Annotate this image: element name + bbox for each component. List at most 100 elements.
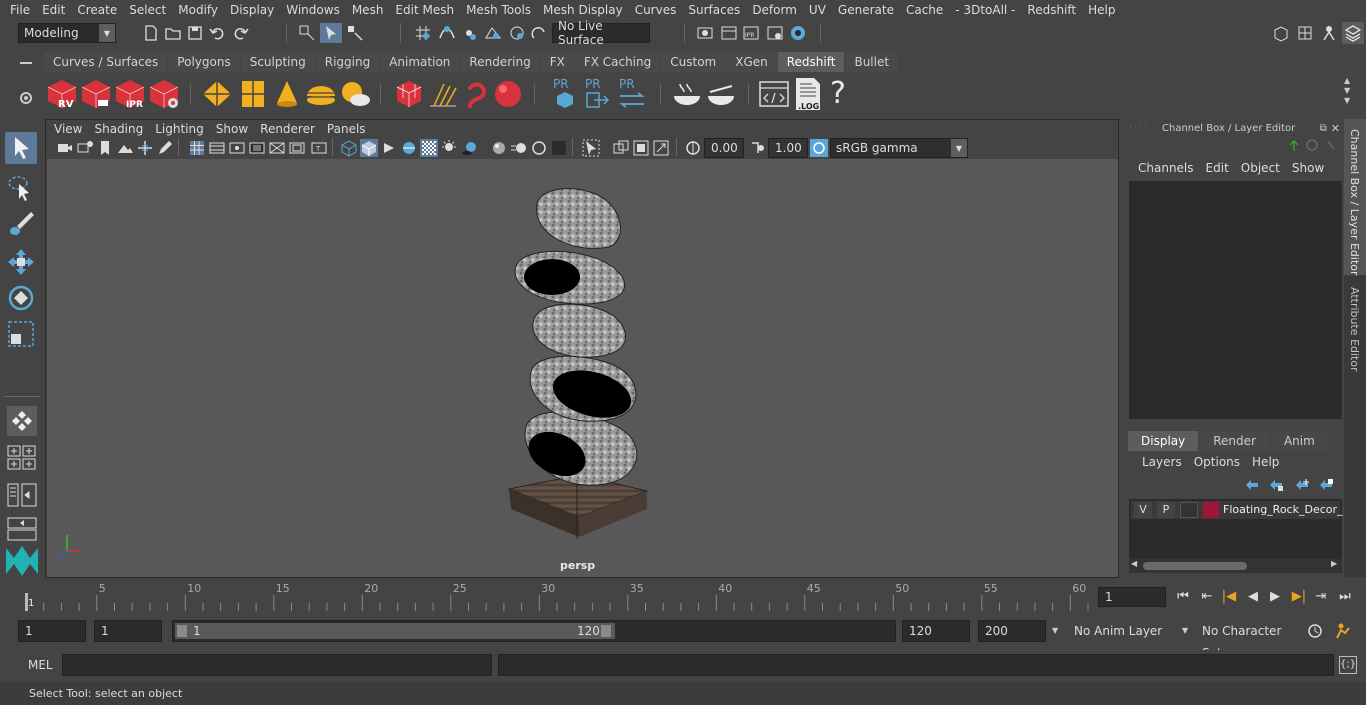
motion-blur-icon[interactable] <box>510 139 528 157</box>
default-material-icon[interactable] <box>380 139 398 157</box>
axis-icons[interactable] <box>1284 137 1338 153</box>
animation-end-field[interactable]: 200 <box>978 620 1046 642</box>
live-surface-field[interactable]: No Live Surface <box>552 19 650 47</box>
menu-modify[interactable]: Modify <box>172 0 224 20</box>
menu-mesh-tools[interactable]: Mesh Tools <box>460 0 537 20</box>
redshift-pr-object-icon[interactable]: PR <box>550 76 580 112</box>
step-back-key-icon[interactable]: |◀ <box>1220 589 1238 605</box>
animation-start-field[interactable]: 1 <box>18 620 86 642</box>
redo-icon[interactable] <box>232 24 250 42</box>
new-layer-selected-icon[interactable] <box>1318 477 1334 493</box>
character-set-select[interactable]: No Character Set <box>1196 620 1296 660</box>
redshift-pr-export-icon[interactable]: PR <box>582 76 612 112</box>
multisample-aa-icon[interactable] <box>530 139 548 157</box>
gamma-field[interactable]: 1.00 <box>768 138 808 158</box>
snap-to-curve-icon[interactable] <box>438 24 456 42</box>
layout-single-icon[interactable] <box>6 516 38 542</box>
animation-preferences-icon[interactable] <box>1334 622 1354 640</box>
command-language-toggle[interactable]: MEL <box>14 654 58 676</box>
redshift-log-icon[interactable]: .LOG <box>792 76 824 112</box>
channel-box-menu-object[interactable]: Object <box>1235 161 1286 175</box>
play-backwards-icon[interactable]: ◀ <box>1244 589 1262 605</box>
resolution-gate-icon[interactable] <box>228 139 246 157</box>
layer-visibility-toggle[interactable]: V <box>1134 502 1152 518</box>
chevron-down-icon[interactable]: ▼ <box>1182 626 1188 635</box>
scroll-right-icon[interactable]: ▶ <box>1331 559 1337 568</box>
snap-to-grid-icon[interactable] <box>414 24 432 42</box>
open-scene-icon[interactable] <box>164 24 182 42</box>
shelf-tab-bullet[interactable]: Bullet <box>845 52 899 72</box>
shelf-scroll-up-icon[interactable]: ▲ <box>1344 76 1358 86</box>
2d-pan-zoom-icon[interactable] <box>136 139 154 157</box>
wireframe-icon[interactable] <box>340 139 358 157</box>
viewport-menu-lighting[interactable]: Lighting <box>149 120 210 138</box>
xray-active-components-icon[interactable] <box>632 139 650 157</box>
scroll-left-icon[interactable]: ◀ <box>1131 559 1137 568</box>
redshift-physical-light-icon[interactable] <box>272 78 302 110</box>
channel-box-content[interactable] <box>1129 181 1342 419</box>
menu-curves[interactable]: Curves <box>629 0 683 20</box>
redshift-pr-swap-icon[interactable]: PR <box>616 76 648 112</box>
menu-deform[interactable]: Deform <box>746 0 803 20</box>
go-to-end-icon[interactable]: ⏭ <box>1336 589 1354 605</box>
redshift-script-editor-icon[interactable] <box>758 78 790 110</box>
shelf-tab-xgen[interactable]: XGen <box>726 52 777 72</box>
channel-box-toggle[interactable] <box>1342 22 1364 44</box>
menu-generate[interactable]: Generate <box>832 0 900 20</box>
image-plane-icon[interactable] <box>116 139 134 157</box>
layer-playback-toggle[interactable]: P <box>1157 502 1175 518</box>
exposure-icon[interactable] <box>684 139 702 157</box>
select-by-hierarchy-icon[interactable] <box>298 24 316 42</box>
layer-menu-layers[interactable]: Layers <box>1136 455 1188 469</box>
range-end-handle[interactable] <box>601 625 611 637</box>
auto-key-icon[interactable] <box>1306 622 1324 640</box>
layer-display-type-toggle[interactable] <box>1180 502 1198 518</box>
menu-3dtoall[interactable]: - 3DtoAll - <box>949 0 1021 20</box>
layer-tab-anim[interactable]: Anim <box>1270 431 1328 451</box>
isolate-select-icon[interactable] <box>582 139 600 157</box>
channel-box-menu-show[interactable]: Show <box>1286 161 1330 175</box>
smooth-shade-icon[interactable] <box>360 139 378 157</box>
layer-color-swatch[interactable] <box>1203 502 1219 518</box>
viewport-menu-panels[interactable]: Panels <box>321 120 372 138</box>
3d-viewport[interactable] <box>47 159 1118 577</box>
snap-to-point-icon[interactable] <box>460 24 478 42</box>
redshift-area-light-icon[interactable] <box>200 78 234 110</box>
menu-redshift[interactable]: Redshift <box>1021 0 1082 20</box>
film-gate-icon[interactable] <box>208 139 226 157</box>
color-space-select[interactable]: sRGB gamma ▼ <box>830 138 968 158</box>
menu-mesh-display[interactable]: Mesh Display <box>537 0 629 20</box>
float-icon[interactable]: ⧉ <box>1320 123 1327 134</box>
hypershade-icon[interactable] <box>789 24 807 42</box>
exposure-field[interactable]: 0.00 <box>704 138 744 158</box>
anim-layer-select[interactable]: No Anim Layer <box>1068 620 1168 642</box>
playback-end-field[interactable]: 120 <box>902 620 970 642</box>
safe-title-icon[interactable]: T <box>310 139 328 157</box>
shelf-tab-custom[interactable]: Custom <box>661 52 726 72</box>
mode-selector[interactable]: Modeling ▼ <box>18 23 116 43</box>
shelf-tab-fx[interactable]: FX <box>540 52 574 72</box>
shelf-menu-icon[interactable]: ▼ <box>1344 96 1358 106</box>
redshift-render-sequence-icon[interactable] <box>78 76 114 112</box>
shelf-tab-animation[interactable]: Animation <box>380 52 460 72</box>
script-editor-icon[interactable]: {;} <box>1339 656 1357 674</box>
gate-mask-icon[interactable] <box>248 139 266 157</box>
playback-start-field[interactable]: 1 <box>94 620 162 642</box>
textured-icon[interactable] <box>400 139 418 157</box>
redshift-ipr-icon[interactable]: IPR <box>112 76 148 112</box>
layer-tab-render[interactable]: Render <box>1200 431 1269 451</box>
menu-display[interactable]: Display <box>224 0 280 20</box>
redshift-hair-icon[interactable] <box>462 78 492 110</box>
viewport-menu-shading[interactable]: Shading <box>88 120 149 138</box>
use-all-lights-icon[interactable] <box>440 139 458 157</box>
move-tool-button[interactable] <box>5 246 37 278</box>
side-tab-attribute-editor[interactable]: Attribute Editor <box>1344 279 1366 379</box>
redshift-render-view-icon[interactable]: RV <box>44 76 80 112</box>
shelf-tab-polygons[interactable]: Polygons <box>168 52 240 72</box>
redshift-bake-sets-icon[interactable] <box>704 78 738 110</box>
redshift-portal-light-icon[interactable] <box>238 78 268 110</box>
screen-space-ao-icon[interactable] <box>490 139 508 157</box>
time-slider[interactable]: 1510152025303540455055606570758085909510… <box>18 581 1352 611</box>
layer-menu-help[interactable]: Help <box>1246 455 1285 469</box>
step-forward-key-icon[interactable]: ▶| <box>1290 589 1308 605</box>
